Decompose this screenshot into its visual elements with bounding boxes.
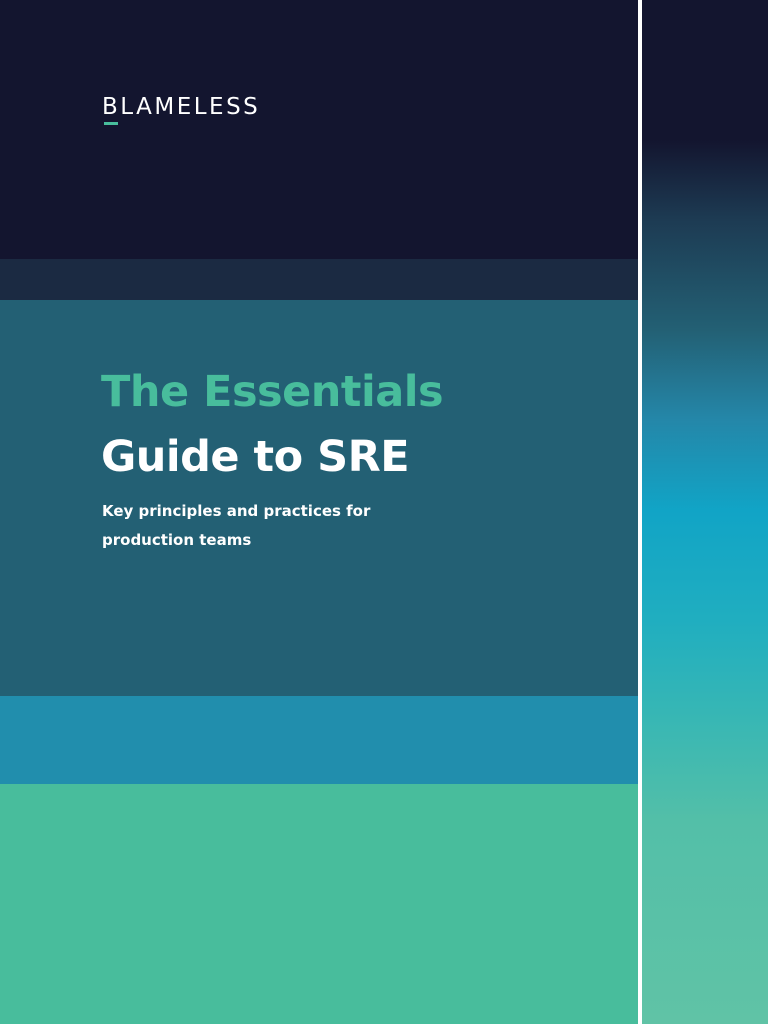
brand-wordmark: BLAMELESS [102,94,261,120]
title-line-essentials: The Essentials [101,367,444,417]
subtitle-line-2: production teams [102,531,252,549]
logo-accent-underline [104,122,118,125]
subtitle: Key principles and practices for product… [102,497,462,555]
subtitle-line-1: Key principles and practices for [102,502,371,520]
blue-band [0,696,638,784]
title-line-guide: Guide to SRE [101,432,410,482]
mint-band [0,784,638,1024]
gradient-spine-panel [642,0,768,1024]
navy-band [0,0,638,259]
book-cover-page: BLAMELESS The Essentials Guide to SRE Ke… [0,0,768,1024]
blameless-logo: BLAMELESS [102,92,260,128]
front-cover: BLAMELESS The Essentials Guide to SRE Ke… [0,0,638,1024]
slate-band [0,259,638,300]
